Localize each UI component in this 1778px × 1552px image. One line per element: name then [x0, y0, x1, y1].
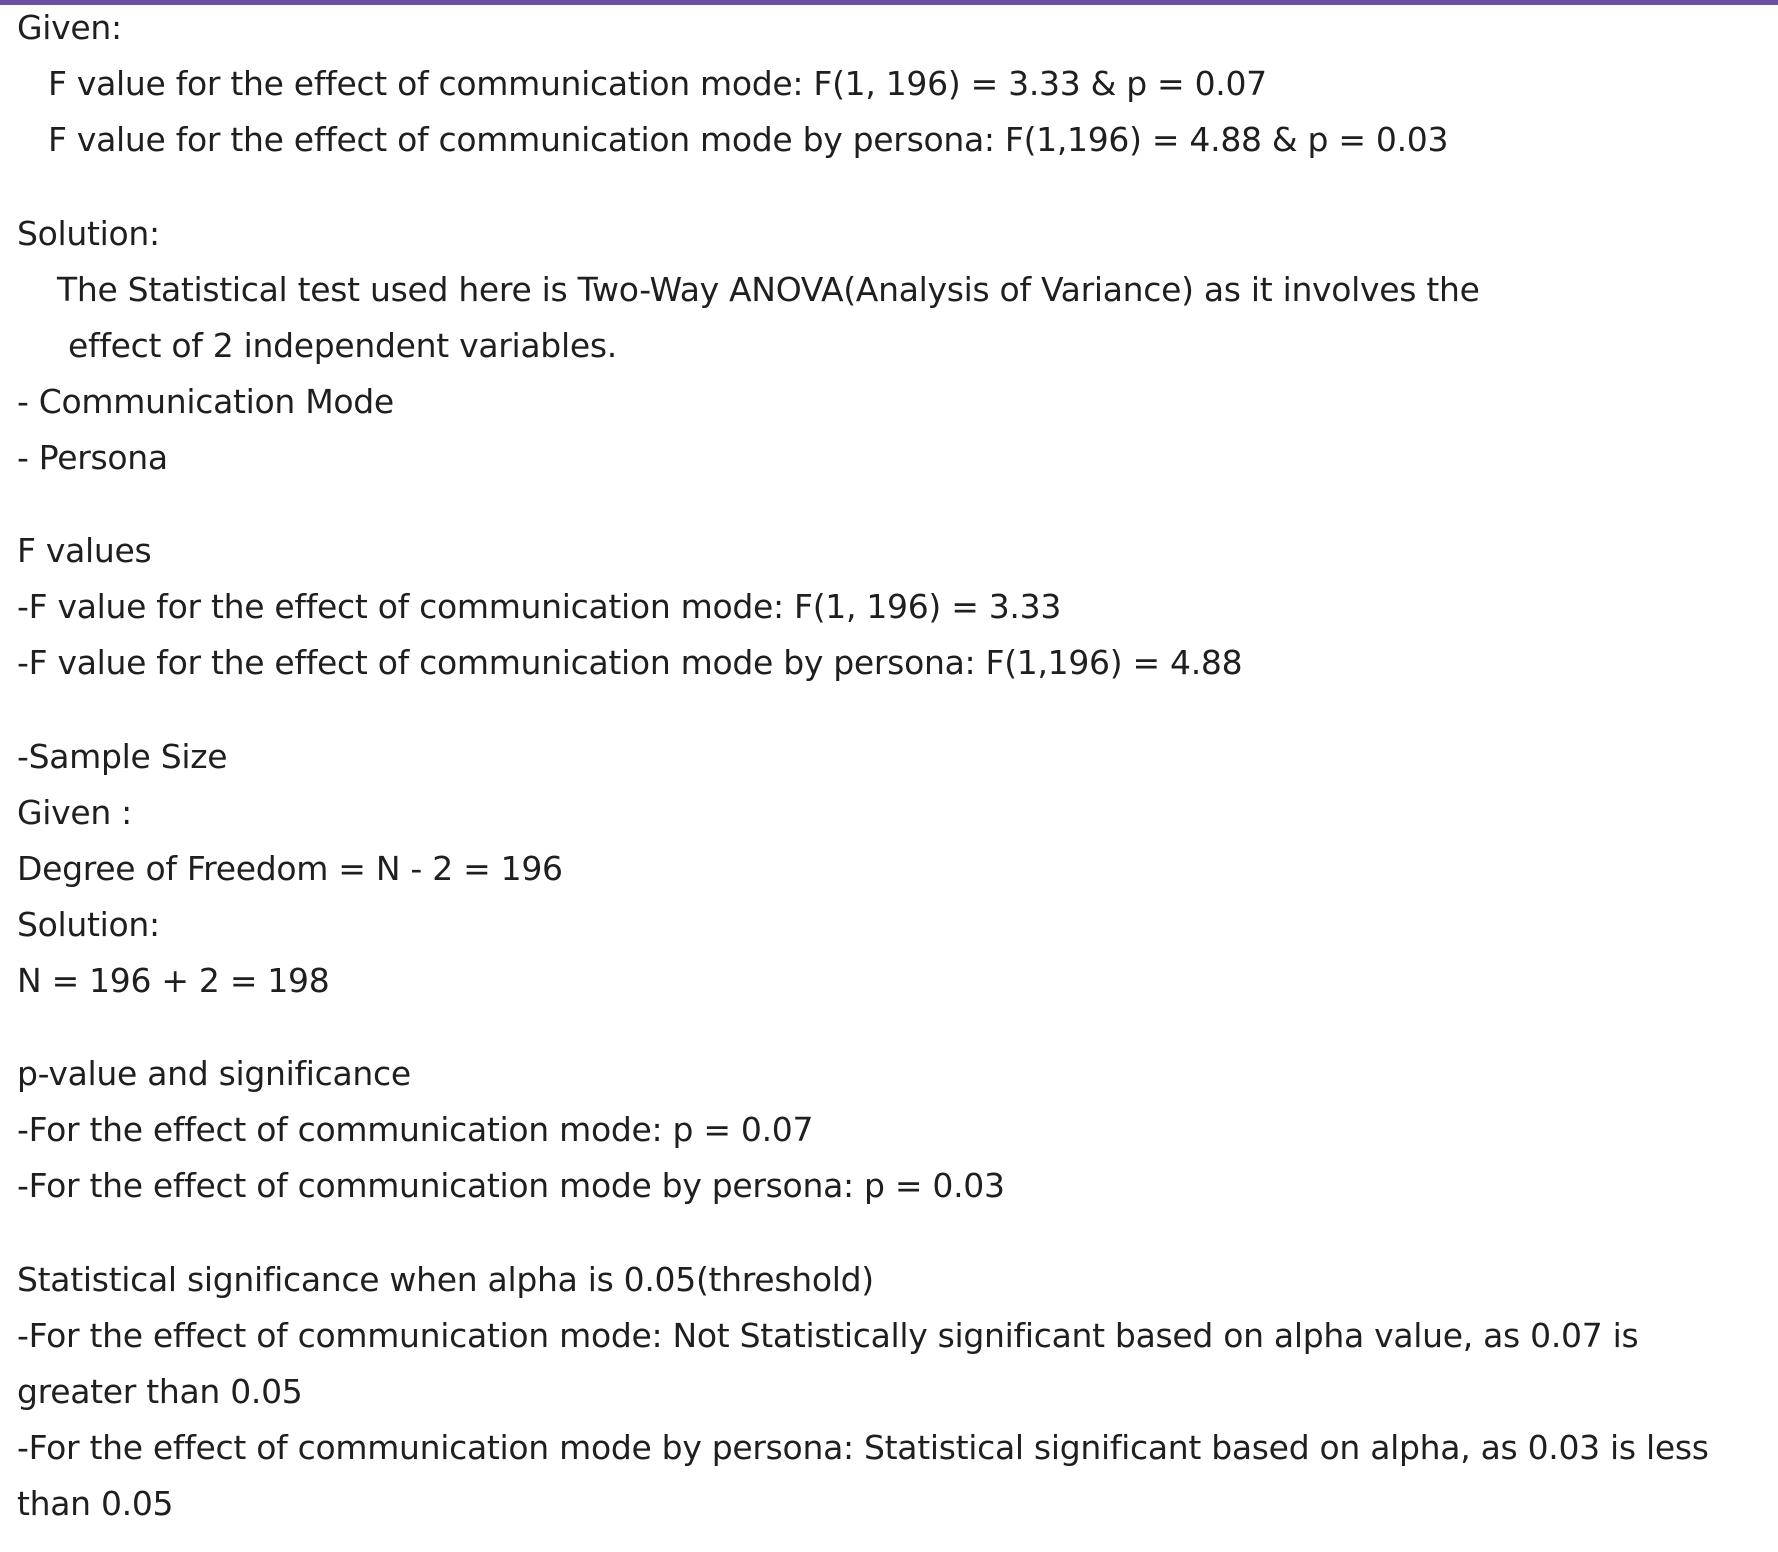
significance-line-1: -For the effect of communication mode: N… [17, 1316, 1639, 1355]
sample-size-given: Given : [17, 793, 132, 832]
significance-line-1-continued: greater than 0.05 [17, 1372, 303, 1411]
solution-document: Given: F value for the effect of communi… [0, 0, 1778, 1552]
significance-line-2: -For the effect of communication mode by… [17, 1428, 1709, 1467]
p-value-heading: p-value and significance [17, 1054, 411, 1093]
solution-intro-line-2: effect of 2 independent variables. [68, 326, 617, 365]
f-values-line-2: -F value for the effect of communication… [17, 643, 1243, 682]
f-values-heading: F values [17, 531, 152, 570]
variable-item-communication-mode: - Communication Mode [17, 382, 394, 421]
variable-item-persona: - Persona [17, 438, 168, 477]
degree-of-freedom-line: Degree of Freedom = N - 2 = 196 [17, 849, 563, 888]
given-heading: Given: [17, 8, 122, 47]
p-value-line-2: -For the effect of communication mode by… [17, 1166, 1005, 1205]
solution-heading: Solution: [17, 214, 160, 253]
given-line-1: F value for the effect of communication … [48, 64, 1267, 103]
significance-line-2-continued: than 0.05 [17, 1484, 174, 1523]
p-value-line-1: -For the effect of communication mode: p… [17, 1110, 814, 1149]
given-line-2: F value for the effect of communication … [48, 120, 1449, 159]
significance-heading: Statistical significance when alpha is 0… [17, 1260, 874, 1299]
sample-size-heading: -Sample Size [17, 737, 228, 776]
sample-size-solution: Solution: [17, 905, 160, 944]
solution-intro-line-1: The Statistical test used here is Two-Wa… [57, 270, 1480, 309]
f-values-line-1: -F value for the effect of communication… [17, 587, 1062, 626]
sample-size-result: N = 196 + 2 = 198 [17, 961, 330, 1000]
